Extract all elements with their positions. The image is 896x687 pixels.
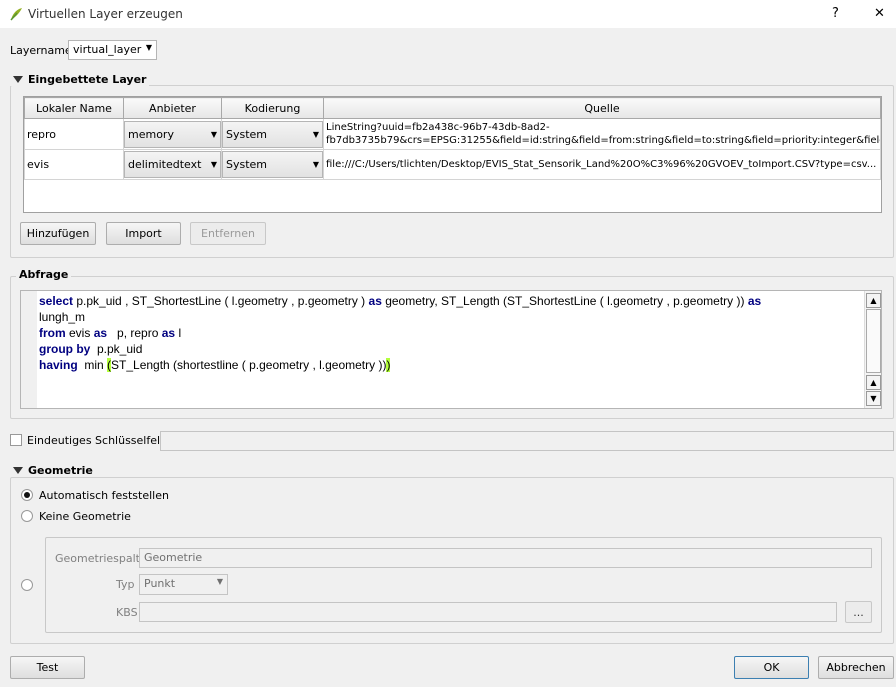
- unique-key-field[interactable]: [160, 431, 894, 451]
- layername-value: virtual_layer: [73, 43, 142, 56]
- query-editor[interactable]: select p.pk_uid , ST_ShortestLine ( l.ge…: [20, 290, 882, 409]
- query-text: select p.pk_uid , ST_ShortestLine ( l.ge…: [39, 294, 762, 372]
- embedded-layers-title: Eingebettete Layer: [28, 73, 147, 86]
- provider-value: memory: [128, 127, 174, 141]
- manual-geometry-radio[interactable]: [21, 579, 33, 591]
- auto-detect-label: Automatisch feststellen: [39, 489, 169, 502]
- unique-key-checkbox[interactable]: [10, 434, 22, 446]
- cell-source[interactable]: file:///C:/Users/tlichten/Desktop/EVIS_S…: [323, 149, 881, 180]
- ok-button[interactable]: OK: [734, 656, 809, 679]
- col-header-encoding[interactable]: Kodierung: [221, 97, 324, 119]
- type-combo[interactable]: Punkt ▼: [139, 574, 228, 595]
- cell-source[interactable]: LineString?uuid=fb2a438c-96b7-43db-8ad2-…: [323, 118, 881, 150]
- encoding-value: System: [226, 127, 268, 141]
- chevron-down-icon: ▼: [216, 577, 223, 586]
- window-title: Virtuellen Layer erzeugen: [28, 7, 183, 21]
- crs-label: KBS: [116, 606, 138, 619]
- unique-key-label: Eindeutiges Schlüsselfeld: [27, 434, 168, 447]
- close-button[interactable]: ✕: [874, 6, 885, 21]
- col-header-source[interactable]: Quelle: [323, 97, 881, 119]
- geometry-column-field[interactable]: Geometrie: [139, 548, 872, 568]
- crs-select-button[interactable]: ...: [845, 601, 872, 623]
- source-line: LineString?uuid=fb2a438c-96b7-43db-8ad2-: [326, 122, 550, 133]
- no-geometry-radio[interactable]: [21, 510, 33, 522]
- layers-table: Lokaler Name Anbieter Kodierung Quelle repr…: [23, 96, 882, 213]
- scroll-down-icon[interactable]: ▼: [866, 391, 881, 406]
- collapse-triangle-icon: [13, 467, 23, 474]
- chevron-down-icon: ▼: [312, 160, 319, 169]
- chevron-down-icon: ▼: [210, 129, 217, 139]
- geometry-header[interactable]: Geometrie: [10, 464, 96, 477]
- provider-value: delimitedtext: [128, 158, 202, 171]
- no-geometry-label: Keine Geometrie: [39, 510, 131, 523]
- col-header-provider[interactable]: Anbieter: [123, 97, 222, 119]
- query-title: Abfrage: [16, 268, 72, 281]
- test-button[interactable]: Test: [10, 656, 85, 679]
- chevron-down-icon: ▼: [145, 43, 152, 52]
- table-row[interactable]: repro memory ▼ System ▼ LineString?uuid=fb…: [24, 118, 881, 150]
- type-label: Typ: [116, 578, 135, 591]
- encoding-combo[interactable]: System ▼: [222, 120, 323, 148]
- collapse-triangle-icon: [13, 76, 23, 83]
- crs-field[interactable]: [139, 602, 837, 622]
- editor-margin: [21, 291, 37, 408]
- source-line: fb7db3735b79&crs=EPSG:31255&field=id:str…: [326, 135, 881, 146]
- scroll-up-icon[interactable]: ▲: [866, 375, 881, 390]
- layername-label: Layername: [10, 44, 72, 57]
- scroll-thumb[interactable]: [866, 309, 881, 373]
- cell-name[interactable]: evis: [24, 149, 124, 180]
- chevron-down-icon: ▼: [312, 129, 319, 139]
- layername-combo[interactable]: virtual_layer ▼: [68, 40, 157, 60]
- import-button[interactable]: Import: [106, 222, 181, 245]
- provider-combo[interactable]: delimitedtext ▼: [124, 151, 221, 178]
- qgis-logo-icon: [10, 8, 22, 21]
- auto-detect-radio[interactable]: [21, 489, 33, 501]
- geometry-title: Geometrie: [28, 464, 93, 477]
- embedded-layers-header[interactable]: Eingebettete Layer: [10, 73, 150, 86]
- table-row[interactable]: evis delimitedtext ▼ System ▼ file:///C:/U…: [24, 149, 881, 180]
- chevron-down-icon: ▼: [210, 160, 217, 169]
- cancel-button[interactable]: Abbrechen: [818, 656, 894, 679]
- cell-name[interactable]: repro: [24, 118, 124, 150]
- add-layer-button[interactable]: Hinzufügen: [20, 222, 96, 245]
- geometry-column-label: Geometriespalte: [55, 552, 147, 565]
- col-header-name[interactable]: Lokaler Name: [24, 97, 124, 119]
- editor-scrollbar[interactable]: ▲ ▲ ▼: [864, 291, 881, 408]
- encoding-combo[interactable]: System ▼: [222, 151, 323, 178]
- remove-button[interactable]: Entfernen: [190, 222, 266, 245]
- scroll-up-icon[interactable]: ▲: [866, 293, 881, 308]
- provider-combo[interactable]: memory ▼: [124, 120, 221, 148]
- encoding-value: System: [226, 158, 268, 171]
- help-button[interactable]: ?: [832, 6, 839, 21]
- type-value: Punkt: [144, 577, 176, 590]
- title-bar: Virtuellen Layer erzeugen ? ✕: [0, 0, 896, 28]
